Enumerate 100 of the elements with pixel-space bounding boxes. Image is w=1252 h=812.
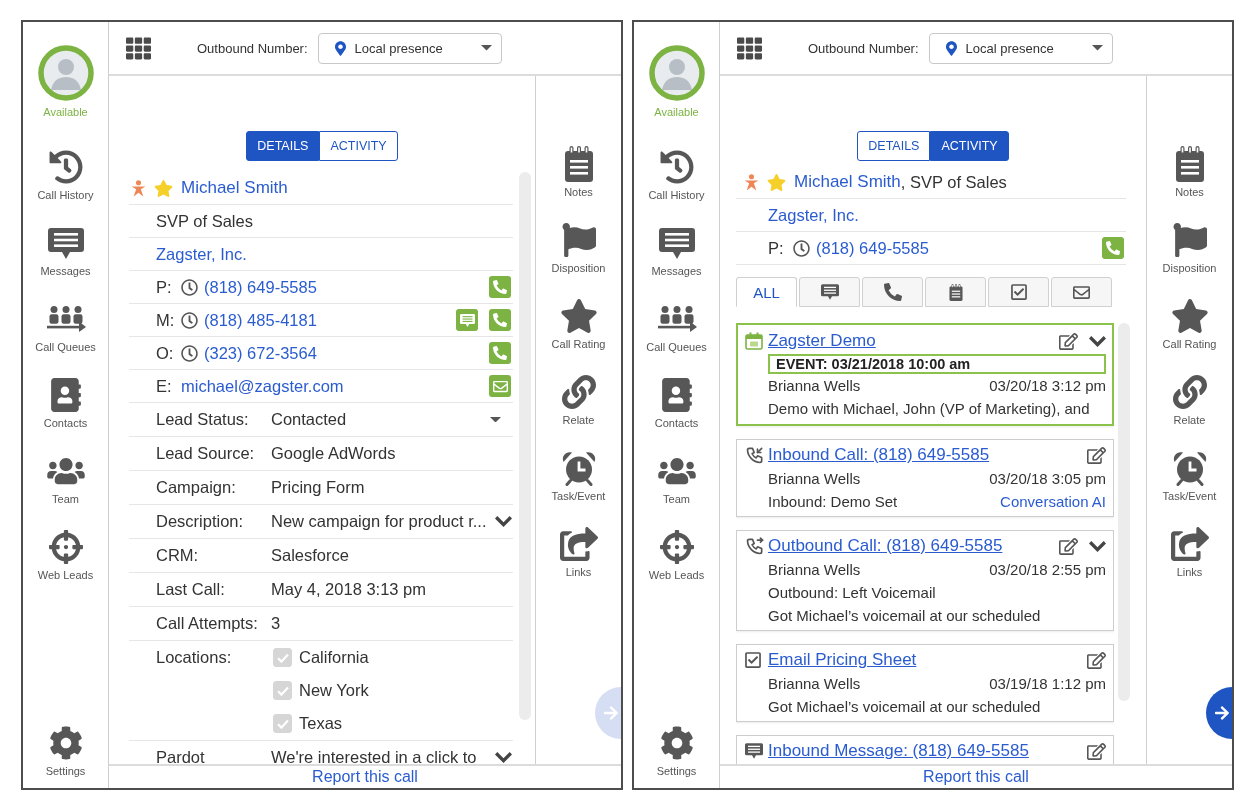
view-tab[interactable]: DETAILS xyxy=(246,131,320,161)
activity-title-link[interactable]: Zagster Demo xyxy=(768,331,876,351)
company-link[interactable]: Zagster, Inc. xyxy=(156,244,247,264)
edit-icon[interactable] xyxy=(1087,651,1106,669)
activity-time: 03/19/18 1:12 pm xyxy=(989,675,1106,692)
chevron-down-icon[interactable] xyxy=(1089,335,1106,347)
filter-tab[interactable] xyxy=(1051,277,1112,307)
checkbox[interactable] xyxy=(273,681,292,700)
phone-link[interactable]: (323) 672-3564 xyxy=(204,343,317,363)
edit-icon[interactable] xyxy=(1087,742,1106,760)
activity-title-link[interactable]: Email Pricing Sheet xyxy=(768,650,917,670)
arrow-right-icon xyxy=(1214,705,1229,721)
action-item[interactable]: Notes xyxy=(536,146,621,199)
event-banner: EVENT: 03/21/2018 10:00 am xyxy=(768,354,1106,374)
action-item[interactable]: Disposition xyxy=(536,222,621,275)
nav-item[interactable]: Call History xyxy=(23,149,108,202)
action-item[interactable]: Links xyxy=(536,526,621,579)
group-icon xyxy=(657,456,696,486)
view-tab[interactable]: ACTIVITY xyxy=(319,131,398,161)
nav-item[interactable]: Settings xyxy=(23,725,108,778)
email-link[interactable]: michael@zagster.com xyxy=(181,376,344,396)
star-icon xyxy=(1170,299,1209,333)
activity-title-link[interactable]: Outbound Call: (818) 649-5585 xyxy=(768,536,1003,556)
chevron-down-icon[interactable] xyxy=(495,516,512,527)
caret-down-icon xyxy=(480,45,492,51)
caret-down-icon[interactable] xyxy=(490,416,501,423)
nav-item[interactable]: Web Leads xyxy=(23,529,108,582)
star-icon[interactable] xyxy=(767,173,786,191)
phone-link[interactable]: (818) 485-4181 xyxy=(204,310,317,330)
action-item[interactable]: Task/Event xyxy=(1147,450,1232,503)
nav-item[interactable]: Team xyxy=(23,453,108,506)
edit-icon[interactable] xyxy=(1087,446,1106,464)
view-tab[interactable]: DETAILS xyxy=(857,131,931,161)
action-item[interactable]: Call Rating xyxy=(1147,298,1232,351)
caret-down-icon xyxy=(1091,45,1103,51)
nav-item[interactable]: Call History xyxy=(634,149,719,202)
nav-item[interactable]: Web Leads xyxy=(634,529,719,582)
check-icon xyxy=(276,652,289,663)
filter-tab[interactable] xyxy=(862,277,923,307)
activity-title-link[interactable]: Inbound Message: (818) 649-5585 xyxy=(768,741,1029,761)
user-name: Brianna Wells xyxy=(768,377,861,394)
user-name: Brianna Wells xyxy=(768,561,861,578)
arrow-right-icon xyxy=(603,705,618,721)
action-item[interactable]: Links xyxy=(1147,526,1232,579)
action-item[interactable]: Relate xyxy=(536,374,621,427)
filter-tab[interactable]: ALL xyxy=(736,277,797,307)
nav-item[interactable]: Team xyxy=(634,453,719,506)
field-value: Pricing Form xyxy=(271,478,366,497)
grid-icon[interactable] xyxy=(737,35,762,61)
action-item[interactable]: Task/Event xyxy=(536,450,621,503)
grid-icon[interactable] xyxy=(126,35,151,61)
action-item[interactable]: Relate xyxy=(1147,374,1232,427)
chevron-down-icon[interactable] xyxy=(495,752,512,763)
filter-tab[interactable] xyxy=(925,277,986,307)
report-call-link[interactable]: Report this call xyxy=(312,768,418,786)
next-button[interactable] xyxy=(1206,687,1232,739)
field-label: Last Call: xyxy=(156,579,226,600)
checkbox[interactable] xyxy=(273,714,292,733)
field-value: 3 xyxy=(271,614,282,633)
filter-tab[interactable] xyxy=(799,277,860,307)
chevron-down-icon[interactable] xyxy=(1089,540,1106,552)
clock-icon xyxy=(793,239,810,257)
nav-item[interactable]: Contacts xyxy=(634,377,719,430)
phone-link[interactable]: (818) 649-5585 xyxy=(204,277,317,297)
outbound-number-select[interactable]: Local presence xyxy=(928,32,1113,64)
group-icon xyxy=(46,456,85,486)
clock-icon xyxy=(181,278,198,296)
edit-icon[interactable] xyxy=(1059,332,1078,350)
nav-item[interactable]: Settings xyxy=(634,725,719,778)
phone-label: P: xyxy=(768,238,785,258)
action-item[interactable]: Call Rating xyxy=(536,298,621,351)
status-text: Available xyxy=(43,106,88,119)
action-item[interactable]: Disposition xyxy=(1147,222,1232,275)
user-name: Brianna Wells xyxy=(768,470,861,487)
activity-time: 03/20/18 3:05 pm xyxy=(989,470,1106,487)
company-link[interactable]: Zagster, Inc. xyxy=(768,205,859,225)
field-label: Locations: xyxy=(156,647,233,668)
contact-name-link[interactable]: Michael Smith xyxy=(794,172,901,192)
activity-link[interactable]: Conversation AI xyxy=(1000,493,1106,510)
field-value: Salesforce xyxy=(271,546,350,565)
report-call-link[interactable]: Report this call xyxy=(923,768,1029,786)
star-icon[interactable] xyxy=(154,179,173,197)
nav-item[interactable]: Messages xyxy=(23,225,108,278)
nav-item[interactable]: Call Queues xyxy=(23,301,108,354)
nav-item[interactable]: Call Queues xyxy=(634,301,719,354)
field-label: Lead Status: xyxy=(156,409,250,430)
checkbox[interactable] xyxy=(273,648,292,667)
view-tab[interactable]: ACTIVITY xyxy=(930,131,1009,161)
status-text: Available xyxy=(654,106,699,119)
contact-name-link[interactable]: Michael Smith xyxy=(181,178,288,198)
nav-item[interactable]: Messages xyxy=(634,225,719,278)
phone-link[interactable]: (818) 649-5585 xyxy=(816,238,929,258)
edit-icon[interactable] xyxy=(1059,537,1078,555)
checkbox-label: New York xyxy=(299,681,369,700)
action-item[interactable]: Notes xyxy=(1147,146,1232,199)
filter-tab[interactable] xyxy=(988,277,1049,307)
activity-title-link[interactable]: Inbound Call: (818) 649-5585 xyxy=(768,445,990,465)
outbound-number-select[interactable]: Local presence xyxy=(317,32,502,64)
nav-item[interactable]: Contacts xyxy=(23,377,108,430)
people-queue-icon xyxy=(45,306,86,332)
